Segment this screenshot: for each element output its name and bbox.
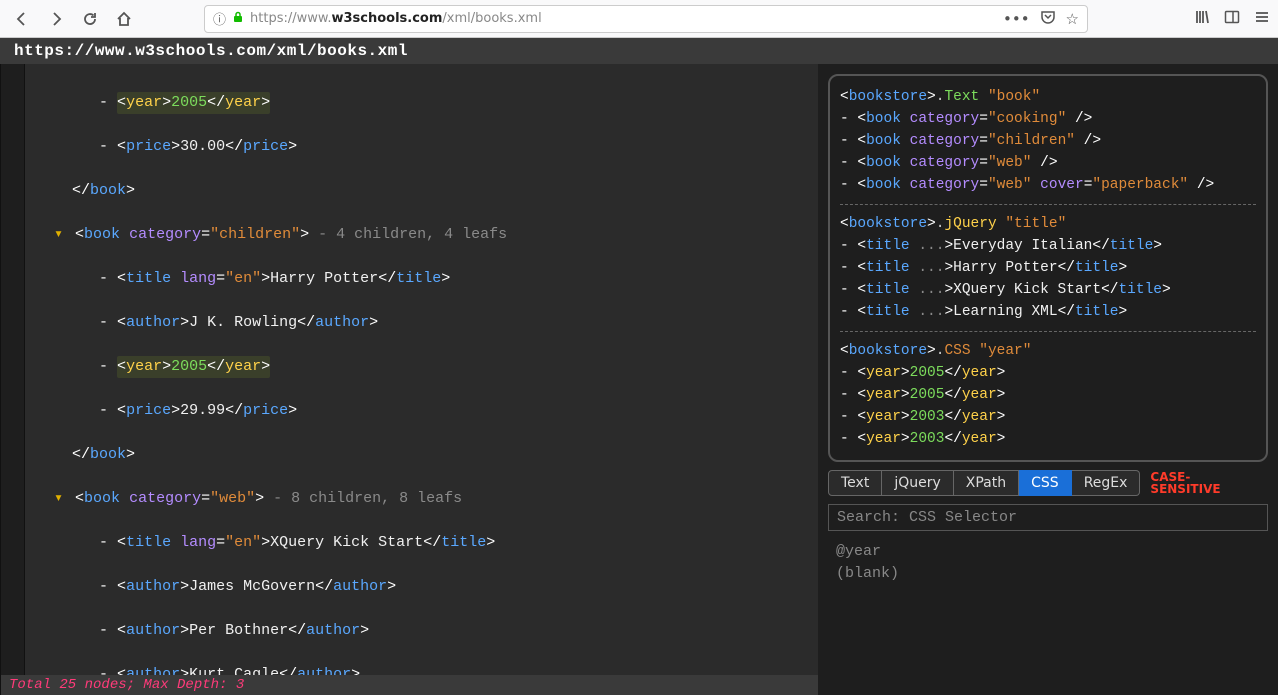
info-icon: ⓘ [213,9,226,28]
expander-icon[interactable]: ▾ [54,224,66,246]
tab-regex[interactable]: RegEx [1072,470,1141,496]
lock-icon [232,11,244,27]
star-icon[interactable]: ☆ [1066,10,1079,28]
case-sensitive-label[interactable]: CASE- SENSITIVE [1150,471,1220,495]
forward-button[interactable] [42,5,70,33]
url-text: https://www.w3schools.com/xml/books.xml [250,11,997,26]
tab-jquery[interactable]: jQuery [882,470,953,496]
browser-toolbar: ⓘ https://www.w3schools.com/xml/books.xm… [0,0,1278,38]
search-input[interactable]: Search: CSS Selector [828,504,1268,531]
search-history[interactable]: @year (blank) [828,539,1268,587]
gutter [1,64,25,695]
pocket-icon[interactable] [1040,9,1056,29]
back-button[interactable] [8,5,36,33]
tab-text[interactable]: Text [828,470,882,496]
library-icon[interactable] [1194,9,1210,29]
home-button[interactable] [110,5,138,33]
xml-tree-pane: - <year>2005</year> - <price>30.00</pric… [0,64,818,695]
tab-xpath[interactable]: XPath [954,470,1019,496]
menu-icon[interactable] [1254,9,1270,29]
selector-tabs: TextjQueryXPathCSSRegEx CASE- SENSITIVE [828,470,1268,496]
page-title: https://www.w3schools.com/xml/books.xml [0,38,1278,64]
tab-css[interactable]: CSS [1019,470,1072,496]
results-pane: <bookstore>.Text "book" - <book category… [818,64,1278,695]
results-box: <bookstore>.Text "book" - <book category… [828,74,1268,462]
reload-button[interactable] [76,5,104,33]
expander-icon[interactable]: ▾ [54,488,66,510]
more-icon[interactable]: ••• [1003,10,1030,28]
sidebar-icon[interactable] [1224,9,1240,29]
status-bar: Total 25 nodes; Max Depth: 3 [1,675,818,695]
xml-tree[interactable]: - <year>2005</year> - <price>30.00</pric… [1,64,818,695]
url-bar[interactable]: ⓘ https://www.w3schools.com/xml/books.xm… [204,5,1088,33]
